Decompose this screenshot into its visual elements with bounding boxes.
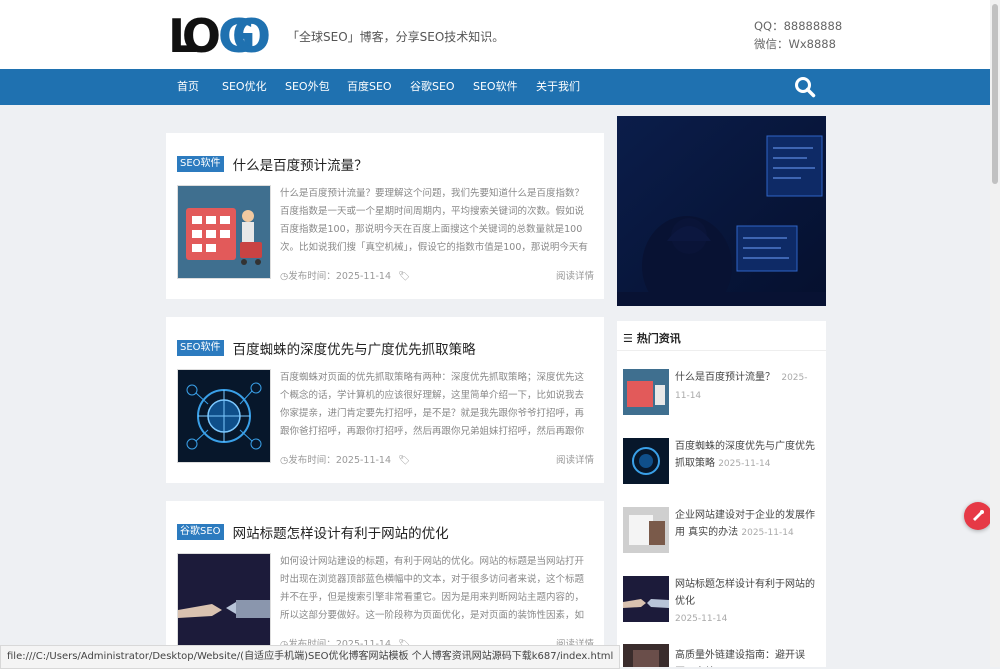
rocket-icon <box>973 510 984 521</box>
article-meta: ◷发布时间：2025-11-14 🏷 <box>280 268 410 282</box>
hot-news-title[interactable]: 高质量外链建设指南：避开误区，高效 <box>675 650 805 667</box>
article-header: SEO软件 百度蜘蛛的深度优先与广度优先抓取策略 <box>177 337 476 358</box>
article-thumbnail[interactable] <box>177 369 271 463</box>
nav-item-google-seo[interactable]: 谷歌SEO <box>410 69 455 105</box>
tag-icon: 🏷 <box>398 455 411 466</box>
hot-news-date: 2025-11-14 <box>718 459 771 469</box>
article-excerpt: 如何设计网站建设的标题，有利于网站的优化。网站的标题是当网站打开时出现在浏览器顶… <box>280 556 585 621</box>
hot-news-text: 百度蜘蛛的深度优先与广度优先抓取策略 2025-11-14 <box>675 438 821 473</box>
publish-date-label: 发布时间： <box>288 271 336 282</box>
hot-news-item[interactable]: 企业网站建设对于企业的发展作用 真实的办法 2025-11-14 <box>623 507 821 569</box>
nav-item-baidu-seo[interactable]: 百度SEO <box>347 69 392 105</box>
scrollbar-thumb[interactable] <box>992 4 998 184</box>
article-title[interactable]: 什么是百度预计流量？ <box>233 154 368 174</box>
sidebar-banner[interactable] <box>617 116 826 306</box>
list-icon: ☰ <box>623 332 633 345</box>
article-thumbnail[interactable] <box>177 185 271 279</box>
divider <box>617 350 826 351</box>
contact-info: QQ：88888888 微信：Wx8888 <box>754 17 842 53</box>
article-card: SEO软件 百度蜘蛛的深度优先与广度优先抓取策略 百度蜘蛛对页面的优先抓取策略有… <box>166 317 604 483</box>
wechat-contact: 微信：Wx8888 <box>754 37 836 51</box>
browser-status-url: file:///C:/Users/Administrator/Desktop/W… <box>0 645 621 669</box>
hot-news-text: 什么是百度预计流量？ 2025-11-14 <box>675 369 821 405</box>
category-tag[interactable]: SEO软件 <box>177 155 224 172</box>
article-excerpt: 百度蜘蛛对页面的优先抓取策略有两种：深度优先抓取策略；深度优先这个概念的话，学计… <box>280 372 585 437</box>
main-nav: 首页 SEO优化 SEO外包 百度SEO 谷歌SEO SEO软件 关于我们 <box>0 69 990 105</box>
hot-news-panel: ☰ 热门资讯 什么是百度预计流量？ 2025-11-14 百度蜘蛛的深度优先与广… <box>617 321 826 667</box>
page-scrollbar[interactable] <box>990 0 1000 667</box>
qq-contact: QQ：88888888 <box>754 19 843 33</box>
article-thumbnail[interactable] <box>177 553 271 647</box>
publish-date-label: 发布时间： <box>288 455 336 466</box>
read-more-link[interactable]: 阅读详情 <box>556 452 594 466</box>
site-logo[interactable]: LO GO <box>168 9 272 63</box>
hot-news-text: 高质量外链建设指南：避开误区，高效 <box>675 647 821 667</box>
hot-news-title-text: 热门资讯 <box>636 332 681 345</box>
svg-text:GO: GO <box>218 14 269 56</box>
nav-item-seo-software[interactable]: SEO软件 <box>473 69 518 105</box>
hot-news-item[interactable]: 什么是百度预计流量？ 2025-11-14 <box>623 369 821 431</box>
nav-item-about[interactable]: 关于我们 <box>536 69 580 105</box>
site-header: LO GO 「全球SEO」博客，分享SEO技术知识。 QQ：88888888 微… <box>0 0 990 69</box>
hot-news-item[interactable]: 百度蜘蛛的深度优先与广度优先抓取策略 2025-11-14 <box>623 438 821 500</box>
article-excerpt: 什么是百度预计流量？要理解这个问题，我们先要知道什么是百度指数？百度指数是一天或… <box>280 188 588 253</box>
publish-date: 2025-11-14 <box>335 455 392 466</box>
tag-icon: 🏷 <box>398 271 411 282</box>
site-slogan: 「全球SEO」博客，分享SEO技术知识。 <box>287 30 505 44</box>
hot-news-title[interactable]: 什么是百度预计流量？ <box>675 372 775 383</box>
hot-news-date: 2025-11-14 <box>675 614 728 624</box>
nav-item-seo-outsourcing[interactable]: SEO外包 <box>285 69 330 105</box>
publish-date: 2025-11-14 <box>335 271 392 282</box>
hot-news-text: 网站标题怎样设计有利于网站的优化 2025-11-14 <box>675 576 821 628</box>
hot-news-text: 企业网站建设对于企业的发展作用 真实的办法 2025-11-14 <box>675 507 821 542</box>
category-tag[interactable]: SEO软件 <box>177 339 224 356</box>
hot-news-item[interactable]: 高质量外链建设指南：避开误区，高效 <box>623 644 821 667</box>
hot-news-thumbnail[interactable] <box>623 369 669 415</box>
hot-news-thumbnail[interactable] <box>623 438 669 484</box>
category-tag[interactable]: 谷歌SEO <box>177 523 224 540</box>
back-to-top-button[interactable] <box>964 502 992 530</box>
hot-news-item[interactable]: 网站标题怎样设计有利于网站的优化 2025-11-14 <box>623 576 821 638</box>
search-icon[interactable] <box>794 76 816 98</box>
article-card: SEO软件 什么是百度预计流量？ 什么是百度预计流量？要理解这个问题，我们先要知… <box>166 133 604 299</box>
article-title[interactable]: 百度蜘蛛的深度优先与广度优先抓取策略 <box>233 338 476 358</box>
article-header: SEO软件 什么是百度预计流量？ <box>177 153 368 174</box>
hot-news-date: 2025-11-14 <box>741 528 794 538</box>
nav-item-seo-optimization[interactable]: SEO优化 <box>222 69 267 105</box>
nav-item-home[interactable]: 首页 <box>177 69 199 105</box>
article-header: 谷歌SEO 网站标题怎样设计有利于网站的优化 <box>177 521 449 542</box>
hot-news-thumbnail[interactable] <box>623 507 669 553</box>
hot-news-thumbnail[interactable] <box>623 576 669 622</box>
read-more-link[interactable]: 阅读详情 <box>556 268 594 282</box>
hot-news-title[interactable]: 网站标题怎样设计有利于网站的优化 <box>675 579 815 607</box>
hot-news-thumbnail[interactable] <box>623 644 669 667</box>
article-title[interactable]: 网站标题怎样设计有利于网站的优化 <box>233 522 449 542</box>
svg-text:LO: LO <box>168 14 219 56</box>
article-meta: ◷发布时间：2025-11-14 🏷 <box>280 452 410 466</box>
hot-news-title: ☰ 热门资讯 <box>623 330 681 346</box>
article-card: 谷歌SEO 网站标题怎样设计有利于网站的优化 如何设计网站建设的标题，有利于网站… <box>166 501 604 667</box>
